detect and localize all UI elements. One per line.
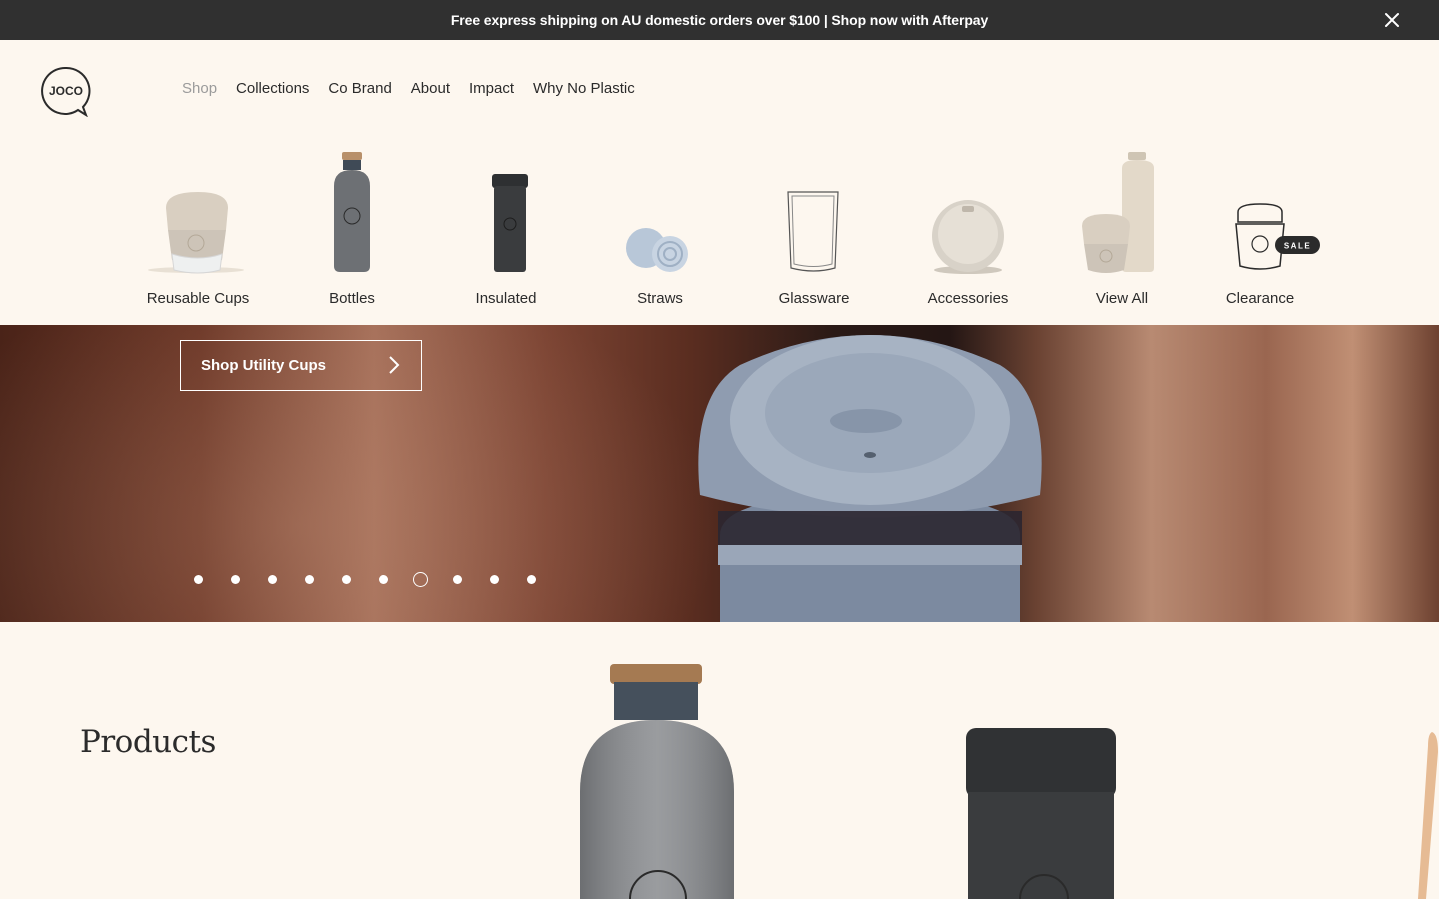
insulated-image	[492, 174, 528, 272]
category-label: Straws	[637, 290, 683, 307]
nav-item-why-no-plastic[interactable]: Why No Plastic	[533, 80, 635, 97]
slide-dot[interactable]	[490, 575, 499, 584]
chevron-right-icon	[389, 356, 400, 374]
category-insulated[interactable]: Insulated	[426, 148, 586, 313]
products-section: Products	[0, 622, 1439, 899]
category-accessories[interactable]: Accessories	[888, 148, 1048, 313]
slide-dot[interactable]	[231, 575, 240, 584]
hero-banner: Shop Utility Cups	[0, 325, 1439, 622]
glassware-image	[787, 191, 839, 272]
view-all-image	[1082, 152, 1154, 273]
category-label: Glassware	[778, 290, 850, 307]
sale-badge: SALE	[1284, 242, 1311, 251]
product-insulated-image[interactable]	[960, 622, 1130, 899]
slide-dot[interactable]	[305, 575, 314, 584]
slide-dot[interactable]	[453, 575, 462, 584]
category-reusable-cups[interactable]: Reusable Cups	[118, 148, 278, 313]
products-heading: Products	[80, 724, 216, 760]
hero-button-label: Shop Utility Cups	[201, 357, 326, 374]
category-clearance[interactable]: SALE Clearance	[1180, 148, 1340, 313]
category-menu: Reusable Cups Bottles Insulated Straws G…	[118, 148, 1338, 318]
slide-dot[interactable]	[379, 575, 388, 584]
category-label: View All	[1095, 290, 1149, 307]
product-bottle-image[interactable]	[570, 622, 745, 899]
site-header: JOCO Shop Collections Co Brand About Imp…	[0, 40, 1439, 325]
joco-logo[interactable]: JOCO	[40, 65, 92, 117]
category-label: Accessories	[927, 290, 1009, 307]
main-nav: Shop Collections Co Brand About Impact W…	[182, 80, 635, 97]
category-label: Insulated	[475, 290, 537, 307]
category-straws[interactable]: Straws	[580, 148, 740, 313]
bottle-image	[334, 152, 370, 272]
slide-dot[interactable]	[194, 575, 203, 584]
nav-item-co-brand[interactable]: Co Brand	[328, 80, 391, 97]
accessories-image	[932, 200, 1004, 274]
shop-utility-cups-button[interactable]: Shop Utility Cups	[180, 340, 422, 391]
clearance-cup-outline-icon: SALE	[1235, 203, 1320, 270]
reusable-cup-image	[148, 192, 244, 274]
nav-item-impact[interactable]: Impact	[469, 80, 514, 97]
category-view-all[interactable]: View All	[1042, 148, 1202, 313]
announcement-bar: Free express shipping on AU domestic ord…	[0, 0, 1439, 40]
nav-item-collections[interactable]: Collections	[236, 80, 309, 97]
straws-image	[626, 228, 688, 272]
announcement-text: Free express shipping on AU domestic ord…	[450, 12, 989, 28]
category-label: Reusable Cups	[146, 290, 250, 307]
hero-cup-image	[698, 335, 1042, 622]
category-bottles[interactable]: Bottles	[272, 148, 432, 313]
slide-dot[interactable]	[527, 575, 536, 584]
nav-item-about[interactable]: About	[411, 80, 450, 97]
product-straw-image[interactable]	[1410, 622, 1439, 899]
category-label: Bottles	[329, 290, 375, 307]
close-icon[interactable]	[1381, 9, 1403, 31]
category-glassware[interactable]: Glassware	[734, 148, 894, 313]
category-label: Clearance	[1225, 290, 1295, 307]
slide-dot[interactable]	[268, 575, 277, 584]
slide-dot-active[interactable]	[413, 572, 428, 587]
slide-dot[interactable]	[342, 575, 351, 584]
nav-item-shop[interactable]: Shop	[182, 80, 217, 97]
logo-text: JOCO	[49, 84, 83, 98]
